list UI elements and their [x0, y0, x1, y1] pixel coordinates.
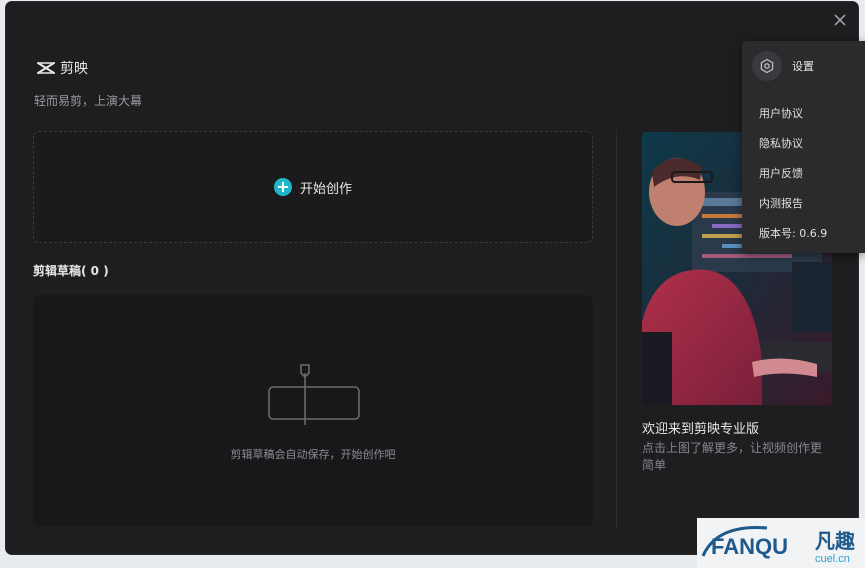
settings-button[interactable]: 设置	[752, 51, 814, 81]
app-name: 剪映	[60, 61, 88, 77]
menu-item-beta-report[interactable]: 内测报告	[759, 195, 803, 211]
capcut-logo-icon	[37, 62, 55, 74]
app-window: 剪映 轻而易剪，上演大幕 + 开始创作 剪辑草稿( 0 ) 剪辑草稿会自动保存，…	[6, 2, 858, 554]
fanqu-watermark-logo: FANQU 凡趣 cuel.cn	[697, 518, 865, 568]
settings-hexagon-icon	[760, 58, 774, 74]
menu-item-version: 版本号: 0.6.9	[759, 227, 828, 240]
app-tagline: 轻而易剪，上演大幕	[34, 94, 143, 108]
empty-drafts-illustration-icon	[268, 364, 360, 425]
watermark-brand: FANQU	[711, 534, 788, 559]
plus-icon: +	[273, 178, 292, 196]
drafts-empty-panel: 剪辑草稿会自动保存，开始创作吧	[33, 295, 593, 526]
settings-dropdown-menu: 设置 用户协议 隐私协议 用户反馈 内测报告 版本号: 0.6.9	[742, 41, 865, 253]
app-logo: 剪映	[35, 58, 88, 78]
watermark-cn: 凡趣	[815, 529, 856, 553]
settings-icon-circle	[752, 51, 782, 81]
close-icon[interactable]	[832, 12, 848, 28]
drafts-empty-hint: 剪辑草稿会自动保存，开始创作吧	[230, 448, 396, 461]
menu-item-user-agreement[interactable]: 用户协议	[759, 105, 803, 121]
menu-item-privacy-policy[interactable]: 隐私协议	[759, 135, 803, 151]
watermark-domain: cuel.cn	[815, 553, 850, 565]
start-creating-button[interactable]: + 开始创作	[33, 131, 593, 243]
start-creating-label: 开始创作	[299, 181, 352, 197]
promo-title[interactable]: 欢迎来到剪映专业版	[642, 418, 759, 437]
settings-label: 设置	[792, 60, 814, 73]
panel-divider	[616, 130, 617, 528]
menu-item-user-feedback[interactable]: 用户反馈	[759, 165, 803, 181]
drafts-section-title: 剪辑草稿( 0 )	[33, 264, 109, 278]
promo-description: 点击上图了解更多，让视频创作更简单	[642, 441, 823, 472]
